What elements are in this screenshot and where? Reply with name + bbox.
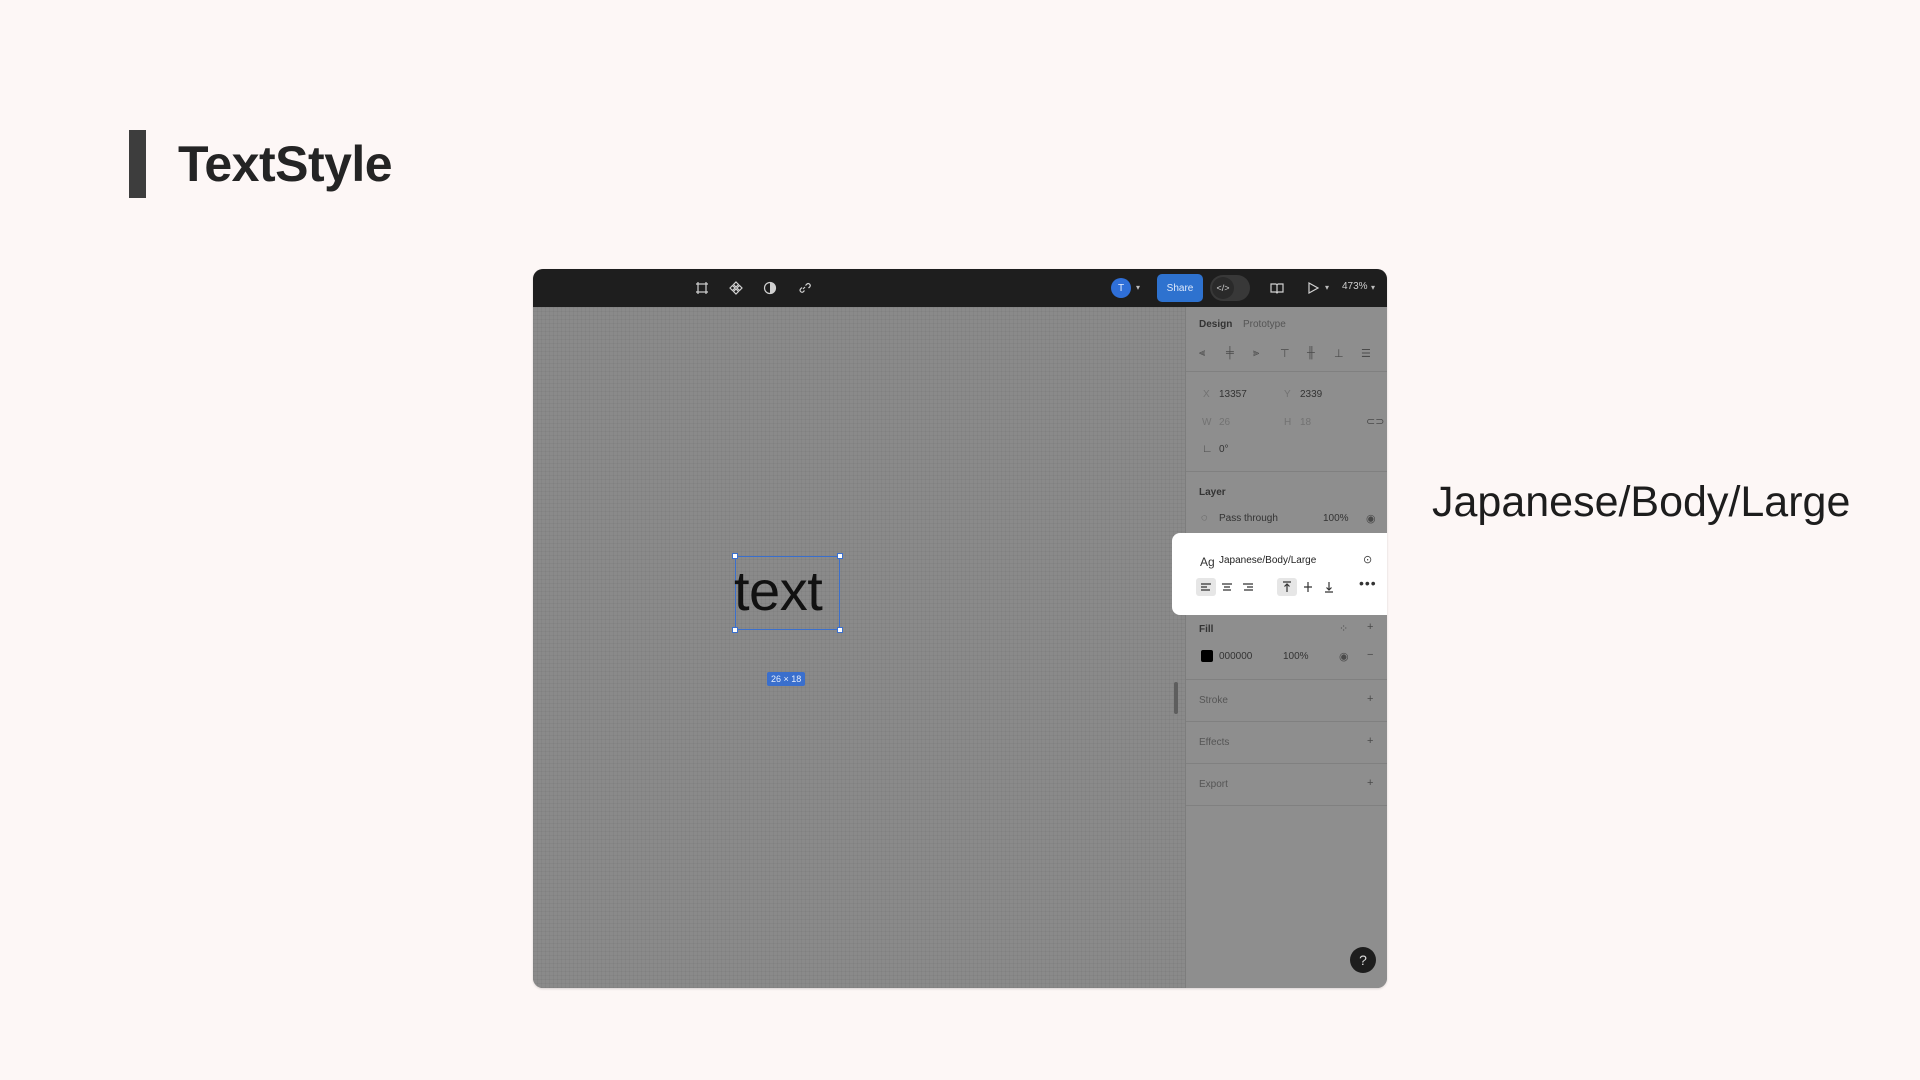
code-icon: </>	[1212, 277, 1234, 299]
text-align-right-button[interactable]	[1238, 578, 1258, 596]
align-bottom-icon[interactable]: ⊥	[1334, 347, 1344, 360]
user-avatar[interactable]: T	[1111, 278, 1131, 298]
x-input[interactable]: 13357	[1219, 389, 1247, 400]
add-fill-plus-icon[interactable]: +	[1367, 621, 1373, 633]
design-canvas[interactable]: text 26 × 18	[533, 307, 1185, 988]
resize-handle[interactable]	[732, 553, 738, 559]
text-style-section: Ag Japanese/Body/Large ⊙ •••	[1172, 533, 1387, 615]
constrain-proportions-icon[interactable]: ⊂⊃	[1366, 415, 1384, 428]
selected-text-layer[interactable]: text	[732, 553, 843, 633]
resize-handle[interactable]	[837, 627, 843, 633]
align-vertical-center-icon[interactable]: ╫	[1307, 347, 1315, 359]
divider	[1186, 763, 1387, 764]
layer-heading: Layer	[1199, 487, 1226, 498]
effects-heading: Effects	[1199, 737, 1230, 748]
tab-design[interactable]: Design	[1199, 319, 1232, 330]
frame-tool-icon[interactable]	[693, 279, 711, 297]
rotation-input[interactable]: 0°	[1219, 444, 1229, 455]
resize-handle[interactable]	[837, 553, 843, 559]
text-style-name[interactable]: Japanese/Body/Large	[1219, 555, 1316, 566]
blend-mode-select[interactable]: Pass through	[1219, 513, 1278, 524]
text-style-callout-label: Japanese/Body/Large	[1432, 478, 1851, 526]
vertical-align-bottom-button[interactable]	[1319, 578, 1339, 596]
rotation-icon: ∟	[1202, 443, 1213, 455]
editor-screenshot: T ▾ Share </> ▾ 473% ▾ text 26 × 18 Desi…	[533, 269, 1387, 988]
y-input[interactable]: 2339	[1300, 389, 1322, 400]
selection-size-badge: 26 × 18	[767, 672, 806, 686]
divider	[1186, 471, 1387, 472]
x-label: X	[1203, 389, 1210, 400]
detach-style-icon[interactable]: ⊙	[1363, 553, 1372, 566]
chevron-down-icon[interactable]: ▾	[1136, 283, 1140, 292]
library-book-icon[interactable]	[1268, 279, 1286, 297]
tab-prototype[interactable]: Prototype	[1243, 319, 1286, 330]
add-stroke-plus-icon[interactable]: +	[1367, 693, 1373, 705]
layer-opacity-input[interactable]: 100%	[1323, 513, 1349, 524]
fill-color-swatch[interactable]	[1201, 650, 1213, 662]
resize-handle[interactable]	[732, 627, 738, 633]
help-button[interactable]: ?	[1350, 947, 1376, 973]
fill-heading: Fill	[1199, 624, 1214, 635]
fill-hex-input[interactable]: 000000	[1219, 651, 1252, 662]
distribute-icon[interactable]: ☰	[1361, 347, 1371, 360]
text-align-left-button[interactable]	[1196, 578, 1216, 596]
align-right-icon[interactable]: ⫸	[1253, 347, 1259, 360]
design-panel: Design Prototype ⫷ ╪ ⫸ ⊤ ╫ ⊥ ☰ X 13357 Y…	[1185, 307, 1387, 988]
divider	[1186, 721, 1387, 722]
y-label: Y	[1284, 389, 1291, 400]
remove-fill-minus-icon[interactable]: −	[1367, 649, 1373, 661]
align-left-icon[interactable]: ⫷	[1199, 347, 1205, 360]
stroke-heading: Stroke	[1199, 695, 1228, 706]
title-accent-bar	[129, 130, 146, 198]
add-effect-plus-icon[interactable]: +	[1367, 735, 1373, 747]
top-toolbar: T ▾ Share </> ▾ 473% ▾	[533, 269, 1387, 307]
blend-mode-icon: ◌	[1201, 512, 1208, 524]
link-icon[interactable]	[795, 279, 813, 297]
add-export-plus-icon[interactable]: +	[1367, 777, 1373, 789]
h-input[interactable]: 18	[1300, 417, 1311, 428]
align-horizontal-center-icon[interactable]: ╪	[1226, 347, 1234, 359]
share-button[interactable]: Share	[1157, 274, 1203, 302]
align-top-icon[interactable]: ⊤	[1280, 347, 1290, 360]
text-style-ag-icon: Ag	[1200, 555, 1215, 569]
divider	[1186, 805, 1387, 806]
visibility-eye-icon[interactable]: ◉	[1366, 512, 1376, 525]
fill-opacity-input[interactable]: 100%	[1283, 651, 1309, 662]
chevron-down-icon[interactable]: ▾	[1325, 283, 1329, 292]
h-label: H	[1284, 417, 1292, 428]
vertical-align-top-button[interactable]	[1277, 578, 1297, 596]
mask-icon[interactable]	[761, 279, 779, 297]
present-play-icon[interactable]	[1304, 279, 1322, 297]
dev-mode-toggle[interactable]: </>	[1210, 275, 1250, 301]
text-align-center-button[interactable]	[1217, 578, 1237, 596]
vertical-scrollbar[interactable]	[1174, 682, 1178, 714]
export-heading: Export	[1199, 779, 1228, 790]
fill-visibility-eye-icon[interactable]: ◉	[1339, 650, 1349, 663]
divider	[1186, 679, 1387, 680]
more-options-icon[interactable]: •••	[1359, 575, 1377, 591]
component-icon[interactable]	[727, 279, 745, 297]
text-layer-content: text	[734, 559, 823, 622]
chevron-down-icon[interactable]: ▾	[1371, 283, 1375, 292]
divider	[1186, 371, 1387, 372]
w-label: W	[1202, 417, 1212, 428]
vertical-align-middle-button[interactable]	[1298, 578, 1318, 596]
style-grid-icon[interactable]: ⁘	[1339, 622, 1348, 635]
page-title: TextStyle	[178, 136, 393, 192]
w-input[interactable]: 26	[1219, 417, 1230, 428]
zoom-level[interactable]: 473%	[1342, 281, 1368, 292]
